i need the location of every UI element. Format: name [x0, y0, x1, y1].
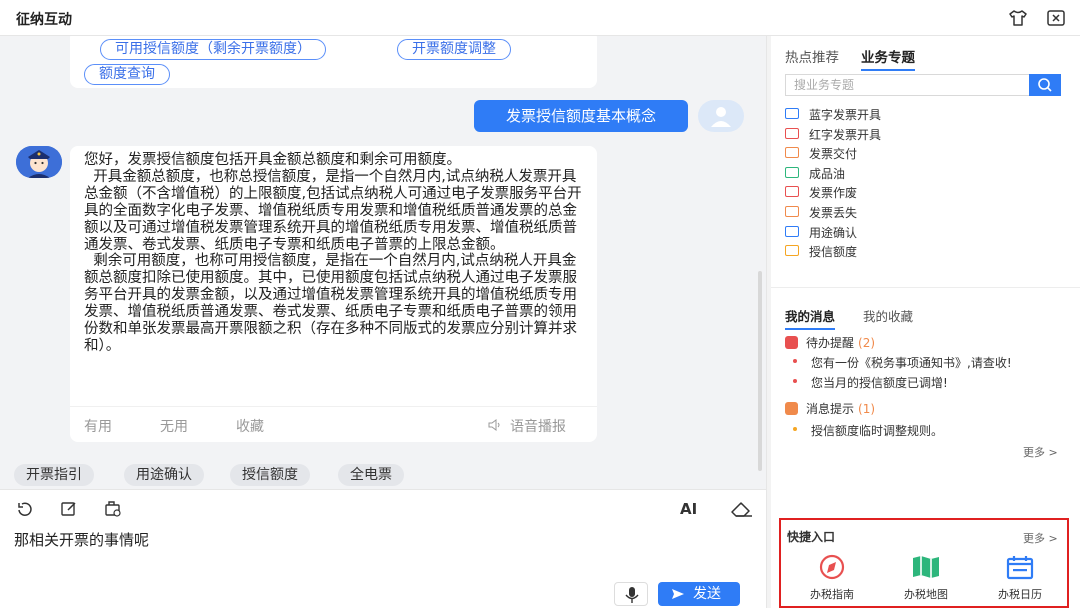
tab-my-favorites[interactable]: 我的收藏: [863, 306, 913, 325]
todo-section-title: 待办提醒 (2): [785, 334, 875, 351]
topic-label: 蓝字发票开具: [809, 108, 882, 122]
option-quota-query[interactable]: 额度查询: [84, 64, 170, 85]
quick-entry-more-link[interactable]: 更多 >: [1023, 530, 1058, 546]
invoice-red-icon: [785, 127, 799, 139]
notice-title: 消息提示: [806, 402, 855, 416]
answer-text: 您好，发票授信额度包括开具金额总额度和剩余可用额度。 开具金额总额度，也称总授信…: [84, 152, 588, 355]
chat-area: 可用授信额度（剩余开票额度） 开票额度调整 额度查询 发票授信额度基本概念 您好…: [0, 36, 766, 489]
answer-paragraph: 开具金额总额度，也称总授信额度，是指一个自然月内,试点纳税人发票开具总金额（不含…: [84, 168, 582, 253]
notice-count: (1): [858, 402, 876, 416]
send-button[interactable]: 发送: [658, 582, 740, 606]
topic-label: 授信额度: [809, 245, 858, 260]
message-input[interactable]: 那相关开票的事情呢: [14, 529, 149, 550]
invoice-blue-icon: [785, 108, 799, 119]
topic-label: 红字发票开具: [809, 127, 882, 142]
todo-item[interactable]: 您有一份《税务事项通知书》,请查收!: [793, 354, 1012, 371]
notice-item[interactable]: 授信额度临时调整规则。: [792, 422, 943, 439]
chip-purpose-confirm[interactable]: 用途确认: [124, 464, 204, 486]
topic-search-button[interactable]: [1029, 74, 1061, 96]
compass-icon: [819, 554, 845, 580]
voice-input-button[interactable]: [614, 582, 648, 606]
refresh-icon[interactable]: [16, 500, 34, 518]
exit-icon[interactable]: [1046, 8, 1066, 28]
window-title: 征纳互动: [16, 12, 72, 28]
answer-paragraph: 剩余可用额度，也称可用授信额度，是指在一个自然月内,试点纳税人开具金额总额度扣除…: [84, 253, 577, 354]
useful-button[interactable]: 有用: [84, 416, 112, 436]
user-avatar: [698, 100, 744, 132]
calendar-icon: [1006, 556, 1034, 580]
shirt-icon[interactable]: [1008, 8, 1028, 28]
notice-section-title: 消息提示 (1): [785, 400, 875, 417]
option-adjust-quota[interactable]: 开票额度调整: [397, 39, 511, 60]
composer: AI 那相关开票的事情呢 发送: [0, 489, 766, 608]
topic-label: 发票交付: [809, 147, 858, 162]
right-sidebar: 热点推荐 业务专题 搜业务专题 蓝字发票开具 红字发票开具 发票交付成品油发票作废发…: [766, 36, 1080, 608]
attachment-icon[interactable]: [104, 500, 122, 518]
lost-icon: [785, 206, 799, 217]
answer-feedback-bar: 有用 无用 收藏 语音播报: [70, 406, 597, 442]
user-message: 发票授信额度基本概念: [474, 100, 688, 132]
credit-icon: [785, 245, 799, 257]
todo-item[interactable]: 您当月的授信额度已调增!: [793, 374, 948, 391]
tab-my-messages[interactable]: 我的消息: [785, 306, 836, 330]
send-label: 发送: [693, 586, 721, 602]
quick-entry-tax-map[interactable]: 办税地图: [891, 552, 961, 602]
answer-paragraph: 您好，发票授信额度包括开具金额总额度和剩余可用额度。: [84, 152, 461, 168]
topic-label: 成品油: [809, 166, 846, 181]
todo-count: (2): [858, 336, 876, 350]
divider: [771, 287, 1080, 288]
tab-business-topics[interactable]: 业务专题: [861, 46, 915, 71]
chip-invoice-guide[interactable]: 开票指引: [14, 464, 94, 486]
send-icon: [672, 589, 684, 599]
speaker-icon[interactable]: [488, 419, 502, 431]
useless-button[interactable]: 无用: [160, 416, 188, 436]
oil-icon: [785, 166, 799, 178]
ai-button[interactable]: AI: [680, 500, 697, 518]
search-icon: [1038, 78, 1052, 92]
sidebar-scrollbar[interactable]: [767, 36, 771, 608]
bot-avatar: [16, 146, 62, 178]
topic-search-input[interactable]: 搜业务专题: [785, 74, 1029, 96]
topic-label: 发票丢失: [809, 206, 858, 220]
alarm-icon: [785, 336, 798, 349]
quick-entry-title: 快捷入口: [787, 530, 836, 544]
chat-scrollbar[interactable]: [758, 271, 762, 471]
void-icon: [785, 186, 799, 198]
messages-more-link[interactable]: 更多 >: [1023, 444, 1058, 460]
quick-entry-panel: 快捷入口 更多 > 办税指南 办税地图 办税日历: [779, 518, 1069, 608]
notice-icon: [785, 402, 798, 415]
delivery-icon: [785, 147, 799, 159]
option-available-credit[interactable]: 可用授信额度（剩余开票额度）: [100, 39, 326, 60]
topic-label: 用途确认: [809, 225, 858, 240]
map-icon: [913, 556, 939, 578]
edit-icon[interactable]: [60, 500, 78, 518]
quick-entry-tax-calendar[interactable]: 办税日历: [985, 552, 1055, 602]
voice-playback-button[interactable]: 语音播报: [510, 416, 566, 436]
officer-icon: [16, 146, 62, 178]
eraser-icon[interactable]: [730, 500, 754, 518]
favorite-button[interactable]: 收藏: [236, 416, 264, 436]
title-bar: 征纳互动: [0, 0, 1080, 36]
tab-hot-recommend[interactable]: 热点推荐: [785, 46, 839, 66]
confirm-icon: [785, 225, 799, 237]
microphone-icon: [625, 587, 639, 603]
quick-entry-tax-guide[interactable]: 办税指南: [797, 552, 867, 602]
chip-credit-quota[interactable]: 授信额度: [230, 464, 310, 486]
chip-full-digital-invoice[interactable]: 全电票: [338, 464, 404, 486]
previous-answer-card: 可用授信额度（剩余开票额度） 开票额度调整 额度查询: [70, 36, 597, 88]
topic-label: 发票作废: [809, 186, 858, 201]
bot-answer-card: 您好，发票授信额度包括开具金额总额度和剩余可用额度。 开具金额总额度，也称总授信…: [70, 146, 597, 442]
todo-title: 待办提醒: [806, 336, 855, 350]
user-icon: [711, 107, 731, 127]
